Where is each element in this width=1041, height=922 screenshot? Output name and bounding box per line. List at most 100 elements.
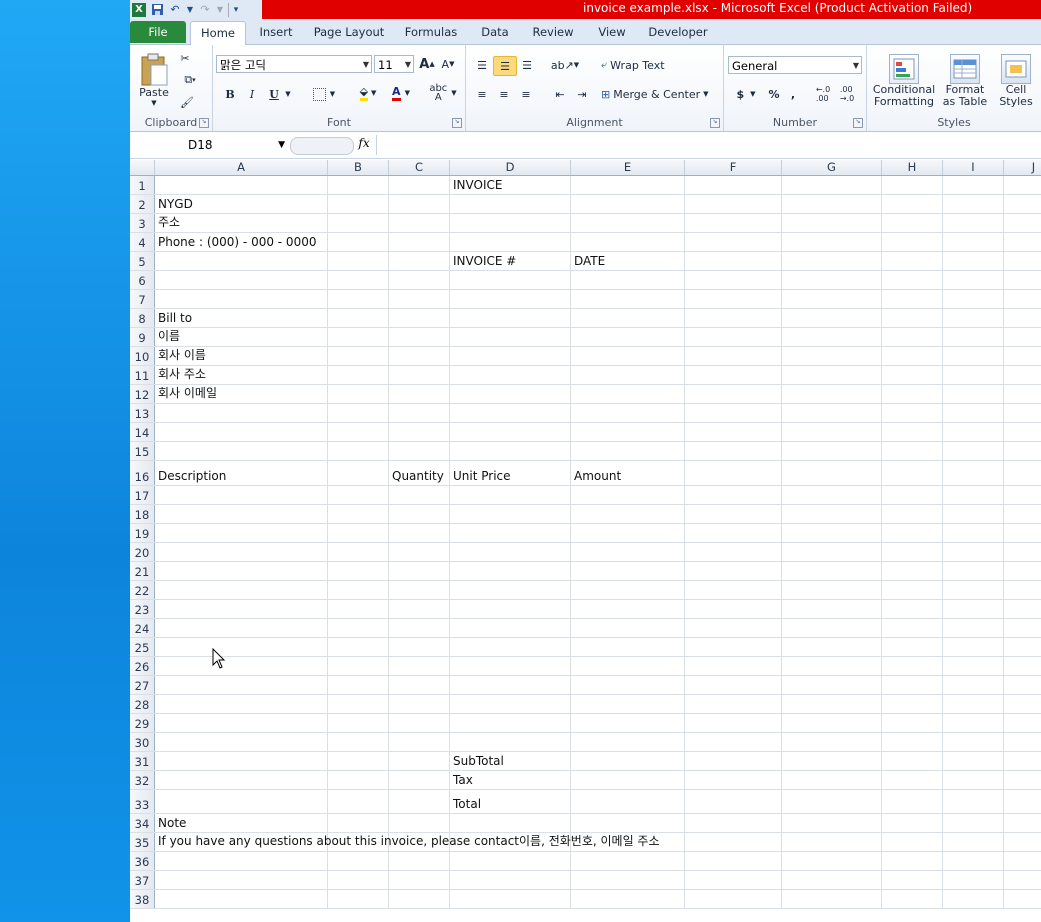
cell-h11[interactable] xyxy=(882,366,943,384)
cell-j26[interactable] xyxy=(1004,657,1041,675)
row-header[interactable]: 4 xyxy=(130,233,155,251)
cell-b2[interactable] xyxy=(328,195,389,213)
cell-c37[interactable] xyxy=(389,871,450,889)
cell-f32[interactable] xyxy=(685,771,782,789)
cell-a16[interactable]: Description xyxy=(155,461,328,485)
cell-j31[interactable] xyxy=(1004,752,1041,770)
cell-j30[interactable] xyxy=(1004,733,1041,751)
cell-f24[interactable] xyxy=(685,619,782,637)
cell-d6[interactable] xyxy=(450,271,571,289)
cell-b26[interactable] xyxy=(328,657,389,675)
cell-a21[interactable] xyxy=(155,562,328,580)
cell-f26[interactable] xyxy=(685,657,782,675)
cell-d10[interactable] xyxy=(450,347,571,365)
cell-g6[interactable] xyxy=(782,271,882,289)
bold-button[interactable]: B xyxy=(221,85,239,103)
cell-g25[interactable] xyxy=(782,638,882,656)
cell-e30[interactable] xyxy=(571,733,685,751)
font-name-combo[interactable]: 맑은 고딕 ▼ xyxy=(216,55,372,73)
cell-d20[interactable] xyxy=(450,543,571,561)
cell-f23[interactable] xyxy=(685,600,782,618)
cell-i27[interactable] xyxy=(943,676,1004,694)
cell-h4[interactable] xyxy=(882,233,943,251)
cell-a15[interactable] xyxy=(155,442,328,460)
cell-f10[interactable] xyxy=(685,347,782,365)
cell-e19[interactable] xyxy=(571,524,685,542)
cell-styles-button[interactable]: Cell Styles xyxy=(993,50,1039,112)
cell-d14[interactable] xyxy=(450,423,571,441)
column-header-g[interactable]: G xyxy=(782,160,882,175)
cell-e2[interactable] xyxy=(571,195,685,213)
cell-i3[interactable] xyxy=(943,214,1004,232)
cell-e5[interactable]: DATE xyxy=(571,252,685,270)
cell-i35[interactable] xyxy=(943,833,1004,851)
cell-g29[interactable] xyxy=(782,714,882,732)
copy-icon[interactable]: ⧉ ▾ xyxy=(178,72,202,88)
cell-a17[interactable] xyxy=(155,486,328,504)
cell-f27[interactable] xyxy=(685,676,782,694)
cell-h7[interactable] xyxy=(882,290,943,308)
cell-a3[interactable]: 주소 xyxy=(155,214,328,232)
cell-j6[interactable] xyxy=(1004,271,1041,289)
cell-a23[interactable] xyxy=(155,600,328,618)
row-header[interactable]: 16 xyxy=(130,461,155,485)
cell-e37[interactable] xyxy=(571,871,685,889)
cell-c34[interactable] xyxy=(389,814,450,832)
cell-i1[interactable] xyxy=(943,176,1004,194)
clipboard-launcher-icon[interactable]: ↘ xyxy=(199,118,209,128)
cell-f38[interactable] xyxy=(685,890,782,908)
column-header-f[interactable]: F xyxy=(685,160,782,175)
cell-i20[interactable] xyxy=(943,543,1004,561)
cell-f25[interactable] xyxy=(685,638,782,656)
cell-a29[interactable] xyxy=(155,714,328,732)
font-size-combo[interactable]: 11 ▼ xyxy=(374,55,414,73)
cell-h33[interactable] xyxy=(882,790,943,813)
decrease-indent-icon[interactable]: ⇤ xyxy=(550,85,570,103)
cell-j11[interactable] xyxy=(1004,366,1041,384)
cell-e13[interactable] xyxy=(571,404,685,422)
cell-f14[interactable] xyxy=(685,423,782,441)
cell-h34[interactable] xyxy=(882,814,943,832)
italic-button[interactable]: I xyxy=(243,85,261,103)
cell-a35[interactable]: If you have any questions about this inv… xyxy=(155,833,660,851)
cell-h2[interactable] xyxy=(882,195,943,213)
paste-button[interactable]: Paste ▼ xyxy=(136,50,172,110)
cell-b5[interactable] xyxy=(328,252,389,270)
cell-f29[interactable] xyxy=(685,714,782,732)
align-left-icon[interactable]: ≡ xyxy=(472,85,492,103)
cell-a6[interactable] xyxy=(155,271,328,289)
row-header[interactable]: 24 xyxy=(130,619,155,637)
formula-bar-resize-handle[interactable] xyxy=(290,137,354,155)
cell-j19[interactable] xyxy=(1004,524,1041,542)
row-header[interactable]: 23 xyxy=(130,600,155,618)
cell-c14[interactable] xyxy=(389,423,450,441)
cell-h22[interactable] xyxy=(882,581,943,599)
cell-i2[interactable] xyxy=(943,195,1004,213)
cell-d19[interactable] xyxy=(450,524,571,542)
column-header-h[interactable]: H xyxy=(882,160,943,175)
cell-h26[interactable] xyxy=(882,657,943,675)
undo-icon[interactable]: ↶ xyxy=(168,3,182,17)
cell-c36[interactable] xyxy=(389,852,450,870)
cell-e32[interactable] xyxy=(571,771,685,789)
cell-a9[interactable]: 이름 xyxy=(155,328,328,346)
cell-e23[interactable] xyxy=(571,600,685,618)
cell-h36[interactable] xyxy=(882,852,943,870)
cell-i8[interactable] xyxy=(943,309,1004,327)
number-format-combo[interactable]: General ▼ xyxy=(728,56,862,74)
cell-j28[interactable] xyxy=(1004,695,1041,713)
shrink-font-icon[interactable]: A ▼ xyxy=(439,55,457,73)
cell-j32[interactable] xyxy=(1004,771,1041,789)
cell-b23[interactable] xyxy=(328,600,389,618)
cell-j25[interactable] xyxy=(1004,638,1041,656)
column-header-b[interactable]: B xyxy=(328,160,389,175)
cell-c4[interactable] xyxy=(389,233,450,251)
cell-d16[interactable]: Unit Price xyxy=(450,461,571,485)
cell-a32[interactable] xyxy=(155,771,328,789)
cell-d29[interactable] xyxy=(450,714,571,732)
cell-g28[interactable] xyxy=(782,695,882,713)
cell-i4[interactable] xyxy=(943,233,1004,251)
row-header[interactable]: 33 xyxy=(130,790,155,813)
row-header[interactable]: 32 xyxy=(130,771,155,789)
cell-c6[interactable] xyxy=(389,271,450,289)
